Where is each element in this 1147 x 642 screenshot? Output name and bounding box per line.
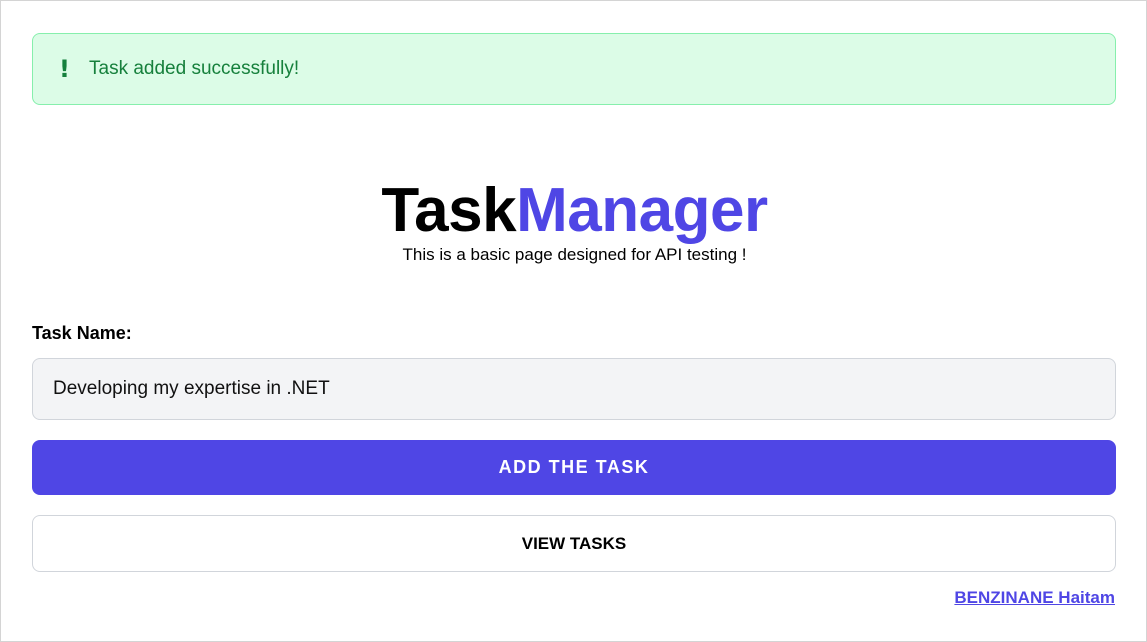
alert-message: Task added successfully!	[89, 58, 300, 79]
view-tasks-button[interactable]: VIEW TASKS	[32, 515, 1116, 572]
author-link[interactable]: BENZINANE Haitam	[954, 588, 1115, 608]
add-task-button[interactable]: ADD THE TASK	[32, 440, 1116, 495]
task-name-label: Task Name:	[32, 323, 132, 343]
exclamation-icon: !	[59, 55, 70, 83]
page-subtitle: This is a basic page designed for API te…	[402, 245, 747, 264]
page-frame: ! Task added successfully! TaskManager T…	[0, 0, 1147, 642]
title-part-manager: Manager	[516, 176, 768, 245]
task-name-input[interactable]	[32, 358, 1116, 420]
success-alert: ! Task added successfully!	[32, 33, 1116, 105]
page-title: TaskManager	[1, 173, 1147, 249]
title-part-task: Task	[381, 176, 517, 245]
